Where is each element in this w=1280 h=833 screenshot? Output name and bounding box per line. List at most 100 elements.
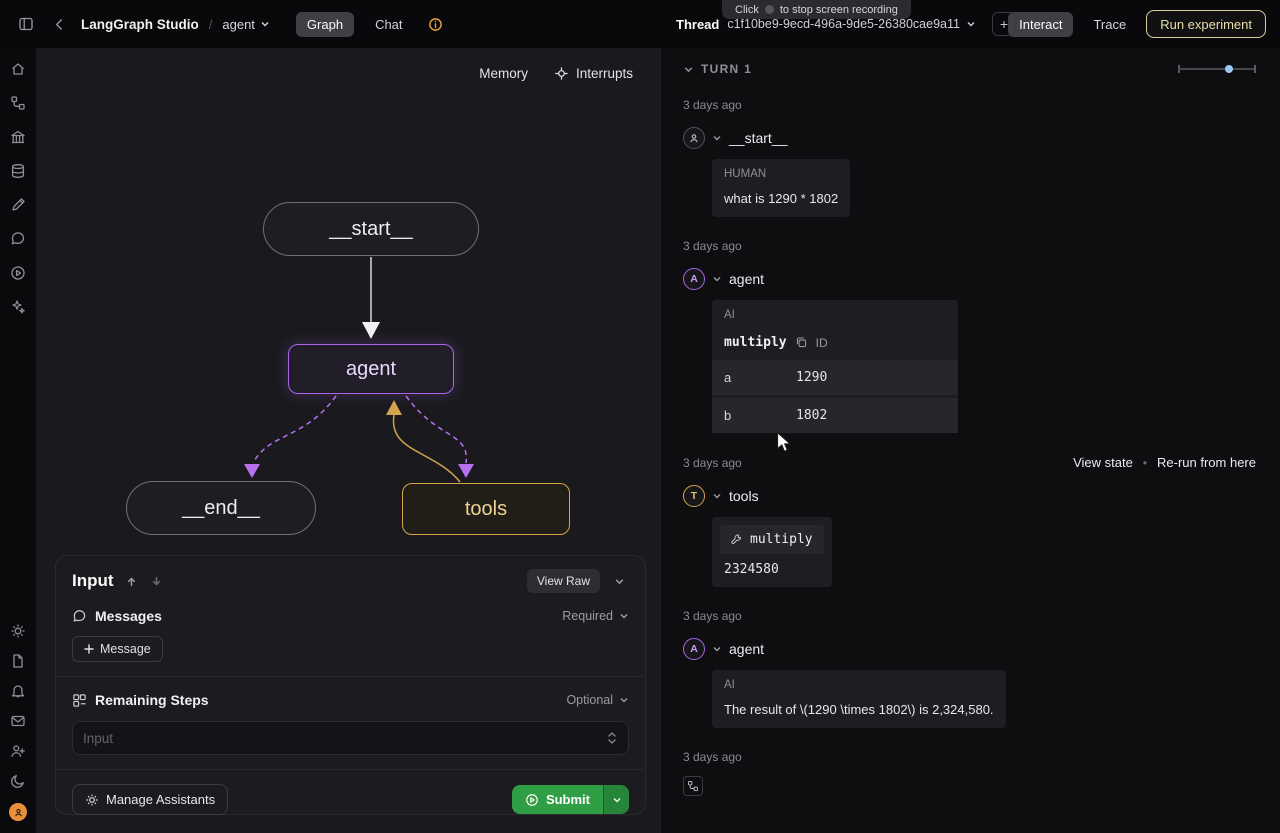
interact-button[interactable]: Interact xyxy=(1008,12,1073,37)
message-card-human[interactable]: HUMAN what is 1290 * 1802 xyxy=(712,159,850,217)
submit-button[interactable]: Submit xyxy=(512,785,603,814)
notifications-bell-icon[interactable] xyxy=(10,683,26,699)
entry-header-start[interactable]: __start__ xyxy=(683,127,1256,149)
annotation-icon[interactable] xyxy=(10,197,26,213)
new-thread-button[interactable]: + xyxy=(992,12,1016,36)
graph-panel-toolbar: Memory Interrupts xyxy=(479,66,633,81)
message-card-ai-final[interactable]: AI The result of \(1290 \times 1802\) is… xyxy=(712,670,1006,728)
graph-node-end[interactable]: __end__ xyxy=(126,481,316,535)
turn-label: TURN 1 xyxy=(701,62,752,76)
user-avatar[interactable] xyxy=(9,803,27,821)
collapse-down-icon[interactable] xyxy=(149,574,164,589)
chevron-down-icon xyxy=(712,644,722,654)
topbar-right-group: Interact Trace Run experiment xyxy=(1008,10,1266,38)
manage-assistants-button[interactable]: Manage Assistants xyxy=(72,784,228,815)
graph-node-agent[interactable]: agent xyxy=(288,344,454,394)
workflow-icon xyxy=(687,780,699,792)
agent-avatar: A xyxy=(683,638,705,660)
rail-bottom-group xyxy=(9,623,27,821)
slider-right-cap xyxy=(1254,65,1256,73)
back-arrow-icon[interactable] xyxy=(48,13,71,36)
settings-gear-icon[interactable] xyxy=(10,623,26,639)
wrench-icon xyxy=(730,533,743,546)
view-state-button[interactable]: View state xyxy=(1073,455,1133,470)
arg-value: 1802 xyxy=(796,408,827,423)
sidebar-toggle-icon[interactable] xyxy=(14,12,38,36)
organization-icon[interactable] xyxy=(10,129,26,145)
thread-id-dropdown[interactable]: c1f10be9-9ecd-496a-9de5-26380cae9a11 xyxy=(727,17,976,31)
theme-moon-icon[interactable] xyxy=(10,773,26,789)
gear-icon xyxy=(85,793,99,807)
submit-options-chevron[interactable] xyxy=(603,785,629,814)
docs-icon[interactable] xyxy=(10,653,26,669)
tool-result-name: multiply xyxy=(750,532,813,547)
chevron-down-icon xyxy=(712,133,722,143)
number-stepper-icon[interactable] xyxy=(606,731,618,745)
slider-track[interactable] xyxy=(1178,68,1256,70)
entry-header-agent-final[interactable]: A agent xyxy=(683,638,1256,660)
message-card-tool-result[interactable]: multiply 2324580 xyxy=(712,517,832,587)
collapse-up-icon[interactable] xyxy=(124,574,139,589)
remaining-steps-input-wrap xyxy=(72,721,629,755)
play-circle-icon xyxy=(525,793,539,807)
playground-icon[interactable] xyxy=(10,265,26,281)
plus-icon xyxy=(84,644,94,654)
run-experiment-button[interactable]: Run experiment xyxy=(1146,10,1266,38)
workflow-icon[interactable] xyxy=(10,95,26,111)
entry-actions: View state • Re-run from here xyxy=(1073,455,1256,470)
remaining-steps-input[interactable] xyxy=(83,731,606,746)
interrupts-label: Interrupts xyxy=(576,66,633,81)
tool-arg-row: a 1290 xyxy=(712,360,958,395)
graph-selector[interactable]: agent xyxy=(222,17,270,32)
breadcrumb-separator: / xyxy=(209,17,213,32)
view-raw-button[interactable]: View Raw xyxy=(527,569,600,593)
rerun-from-here-button[interactable]: Re-run from here xyxy=(1157,455,1256,470)
input-panel-title: Input xyxy=(72,571,114,591)
person-icon xyxy=(688,132,700,144)
submit-split-button: Submit xyxy=(512,785,629,814)
remaining-steps-icon xyxy=(72,693,87,708)
sparkle-icon[interactable] xyxy=(10,299,26,315)
icon-rail xyxy=(0,48,36,833)
graph-node-start[interactable]: __start__ xyxy=(263,202,479,256)
collapsed-entry-button[interactable] xyxy=(683,776,703,796)
message-card-ai-toolcall[interactable]: AI multiply ID a 1290 b 1802 xyxy=(712,300,958,433)
timestamp: 3 days ago xyxy=(683,98,1256,112)
remaining-steps-optional-dropdown[interactable]: Optional xyxy=(566,693,629,707)
screen-recording-tooltip: Click to stop screen recording xyxy=(722,0,911,19)
message-text: what is 1290 * 1802 xyxy=(712,184,850,217)
tool-call-id-label: ID xyxy=(816,336,828,350)
history-slider[interactable] xyxy=(1178,63,1256,75)
entry-title: __start__ xyxy=(729,130,787,146)
graph-node-tools[interactable]: tools xyxy=(402,483,570,535)
datasets-icon[interactable] xyxy=(10,163,26,179)
add-message-button[interactable]: Message xyxy=(72,636,163,662)
input-panel: Input View Raw Messages xyxy=(55,555,646,815)
comments-icon[interactable] xyxy=(10,231,26,247)
messages-required-dropdown[interactable]: Required xyxy=(562,609,629,623)
tools-avatar: T xyxy=(683,485,705,507)
memory-button[interactable]: Memory xyxy=(479,66,528,81)
entry-header-agent[interactable]: A agent xyxy=(683,268,1256,290)
timestamp: 3 days ago xyxy=(683,750,1256,764)
optional-label: Optional xyxy=(566,693,613,707)
turn-collapse-chevron-icon[interactable] xyxy=(683,64,694,75)
chevron-down-icon xyxy=(619,695,629,705)
tab-chat[interactable]: Chat xyxy=(364,12,413,37)
timestamp: 3 days ago xyxy=(683,456,742,470)
copy-icon[interactable] xyxy=(795,336,808,349)
invite-user-icon[interactable] xyxy=(10,743,26,759)
agent-avatar: A xyxy=(683,268,705,290)
home-icon[interactable] xyxy=(10,61,26,77)
tool-result-strip: multiply xyxy=(720,525,824,554)
tab-graph[interactable]: Graph xyxy=(296,12,354,37)
entry-header-tools[interactable]: T tools xyxy=(683,485,1256,507)
trace-button[interactable]: Trace xyxy=(1083,12,1136,37)
input-collapse-chevron-icon[interactable] xyxy=(610,572,629,591)
actions-separator: • xyxy=(1143,456,1147,470)
human-avatar xyxy=(683,127,705,149)
slider-thumb[interactable] xyxy=(1225,65,1233,73)
alert-circle-icon[interactable] xyxy=(424,13,447,36)
interrupts-button[interactable]: Interrupts xyxy=(554,66,633,81)
mail-icon[interactable] xyxy=(10,713,26,729)
